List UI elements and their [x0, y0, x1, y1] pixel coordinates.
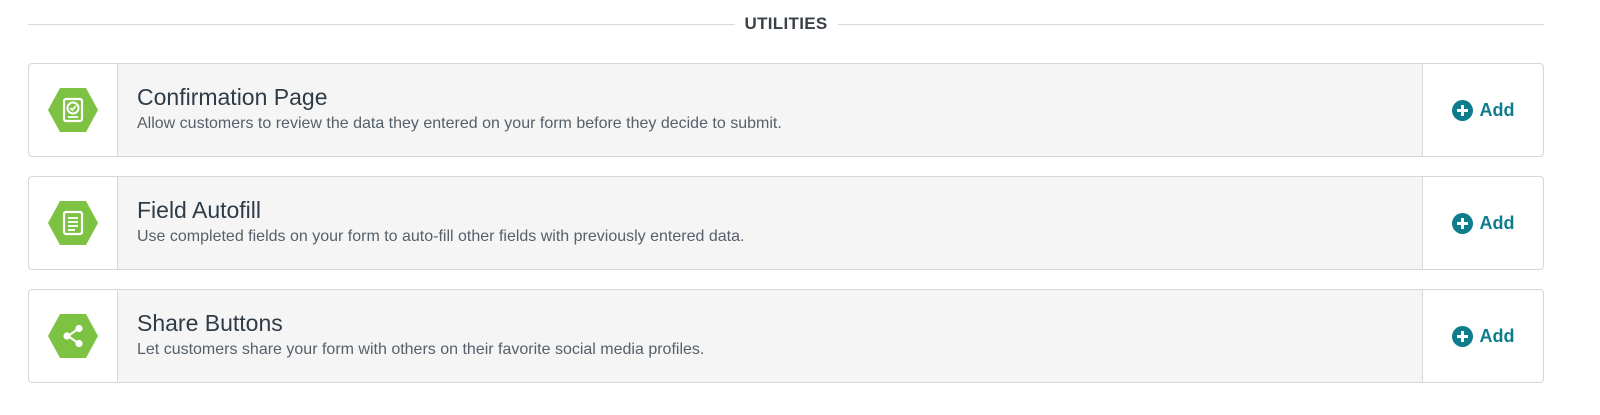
divider-left [28, 23, 735, 25]
plus-circle-icon [1451, 212, 1473, 234]
card-body: Field Autofill Use completed fields on y… [118, 177, 1422, 269]
card-description: Use completed fields on your form to aut… [137, 228, 745, 245]
card-title: Share Buttons [137, 310, 283, 336]
plus-circle-icon [1451, 325, 1473, 347]
add-share-buttons-button[interactable]: Add [1422, 290, 1543, 382]
add-confirmation-page-button[interactable]: Add [1422, 64, 1543, 156]
section-header: UTILITIES [28, 11, 1545, 37]
add-label: Add [1479, 99, 1515, 120]
confirmation-page-icon [48, 88, 98, 132]
plus-circle-icon [1451, 99, 1473, 121]
utilities-page: UTILITIES Confirmation Page Allow custom… [0, 0, 1600, 415]
share-icon [48, 314, 98, 358]
card-body: Share Buttons Let customers share your f… [118, 290, 1422, 382]
section-title: UTILITIES [744, 14, 828, 33]
card-title: Confirmation Page [137, 84, 328, 110]
card-description: Allow customers to review the data they … [137, 115, 782, 132]
add-field-autofill-button[interactable]: Add [1422, 177, 1543, 269]
add-label: Add [1479, 325, 1515, 346]
add-label: Add [1479, 212, 1515, 233]
card-title: Field Autofill [137, 197, 262, 223]
card-icon-cell [29, 64, 118, 156]
card-body: Confirmation Page Allow customers to rev… [118, 64, 1422, 156]
divider-right [837, 23, 1545, 25]
utility-card-share-buttons: Share Buttons Let customers share your f… [28, 289, 1544, 383]
card-icon-cell [29, 177, 118, 269]
card-icon-cell [29, 290, 118, 382]
card-description: Let customers share your form with other… [137, 341, 705, 358]
field-autofill-icon [48, 201, 98, 245]
utility-card-confirmation-page: Confirmation Page Allow customers to rev… [28, 63, 1544, 157]
utility-card-field-autofill: Field Autofill Use completed fields on y… [28, 176, 1544, 270]
